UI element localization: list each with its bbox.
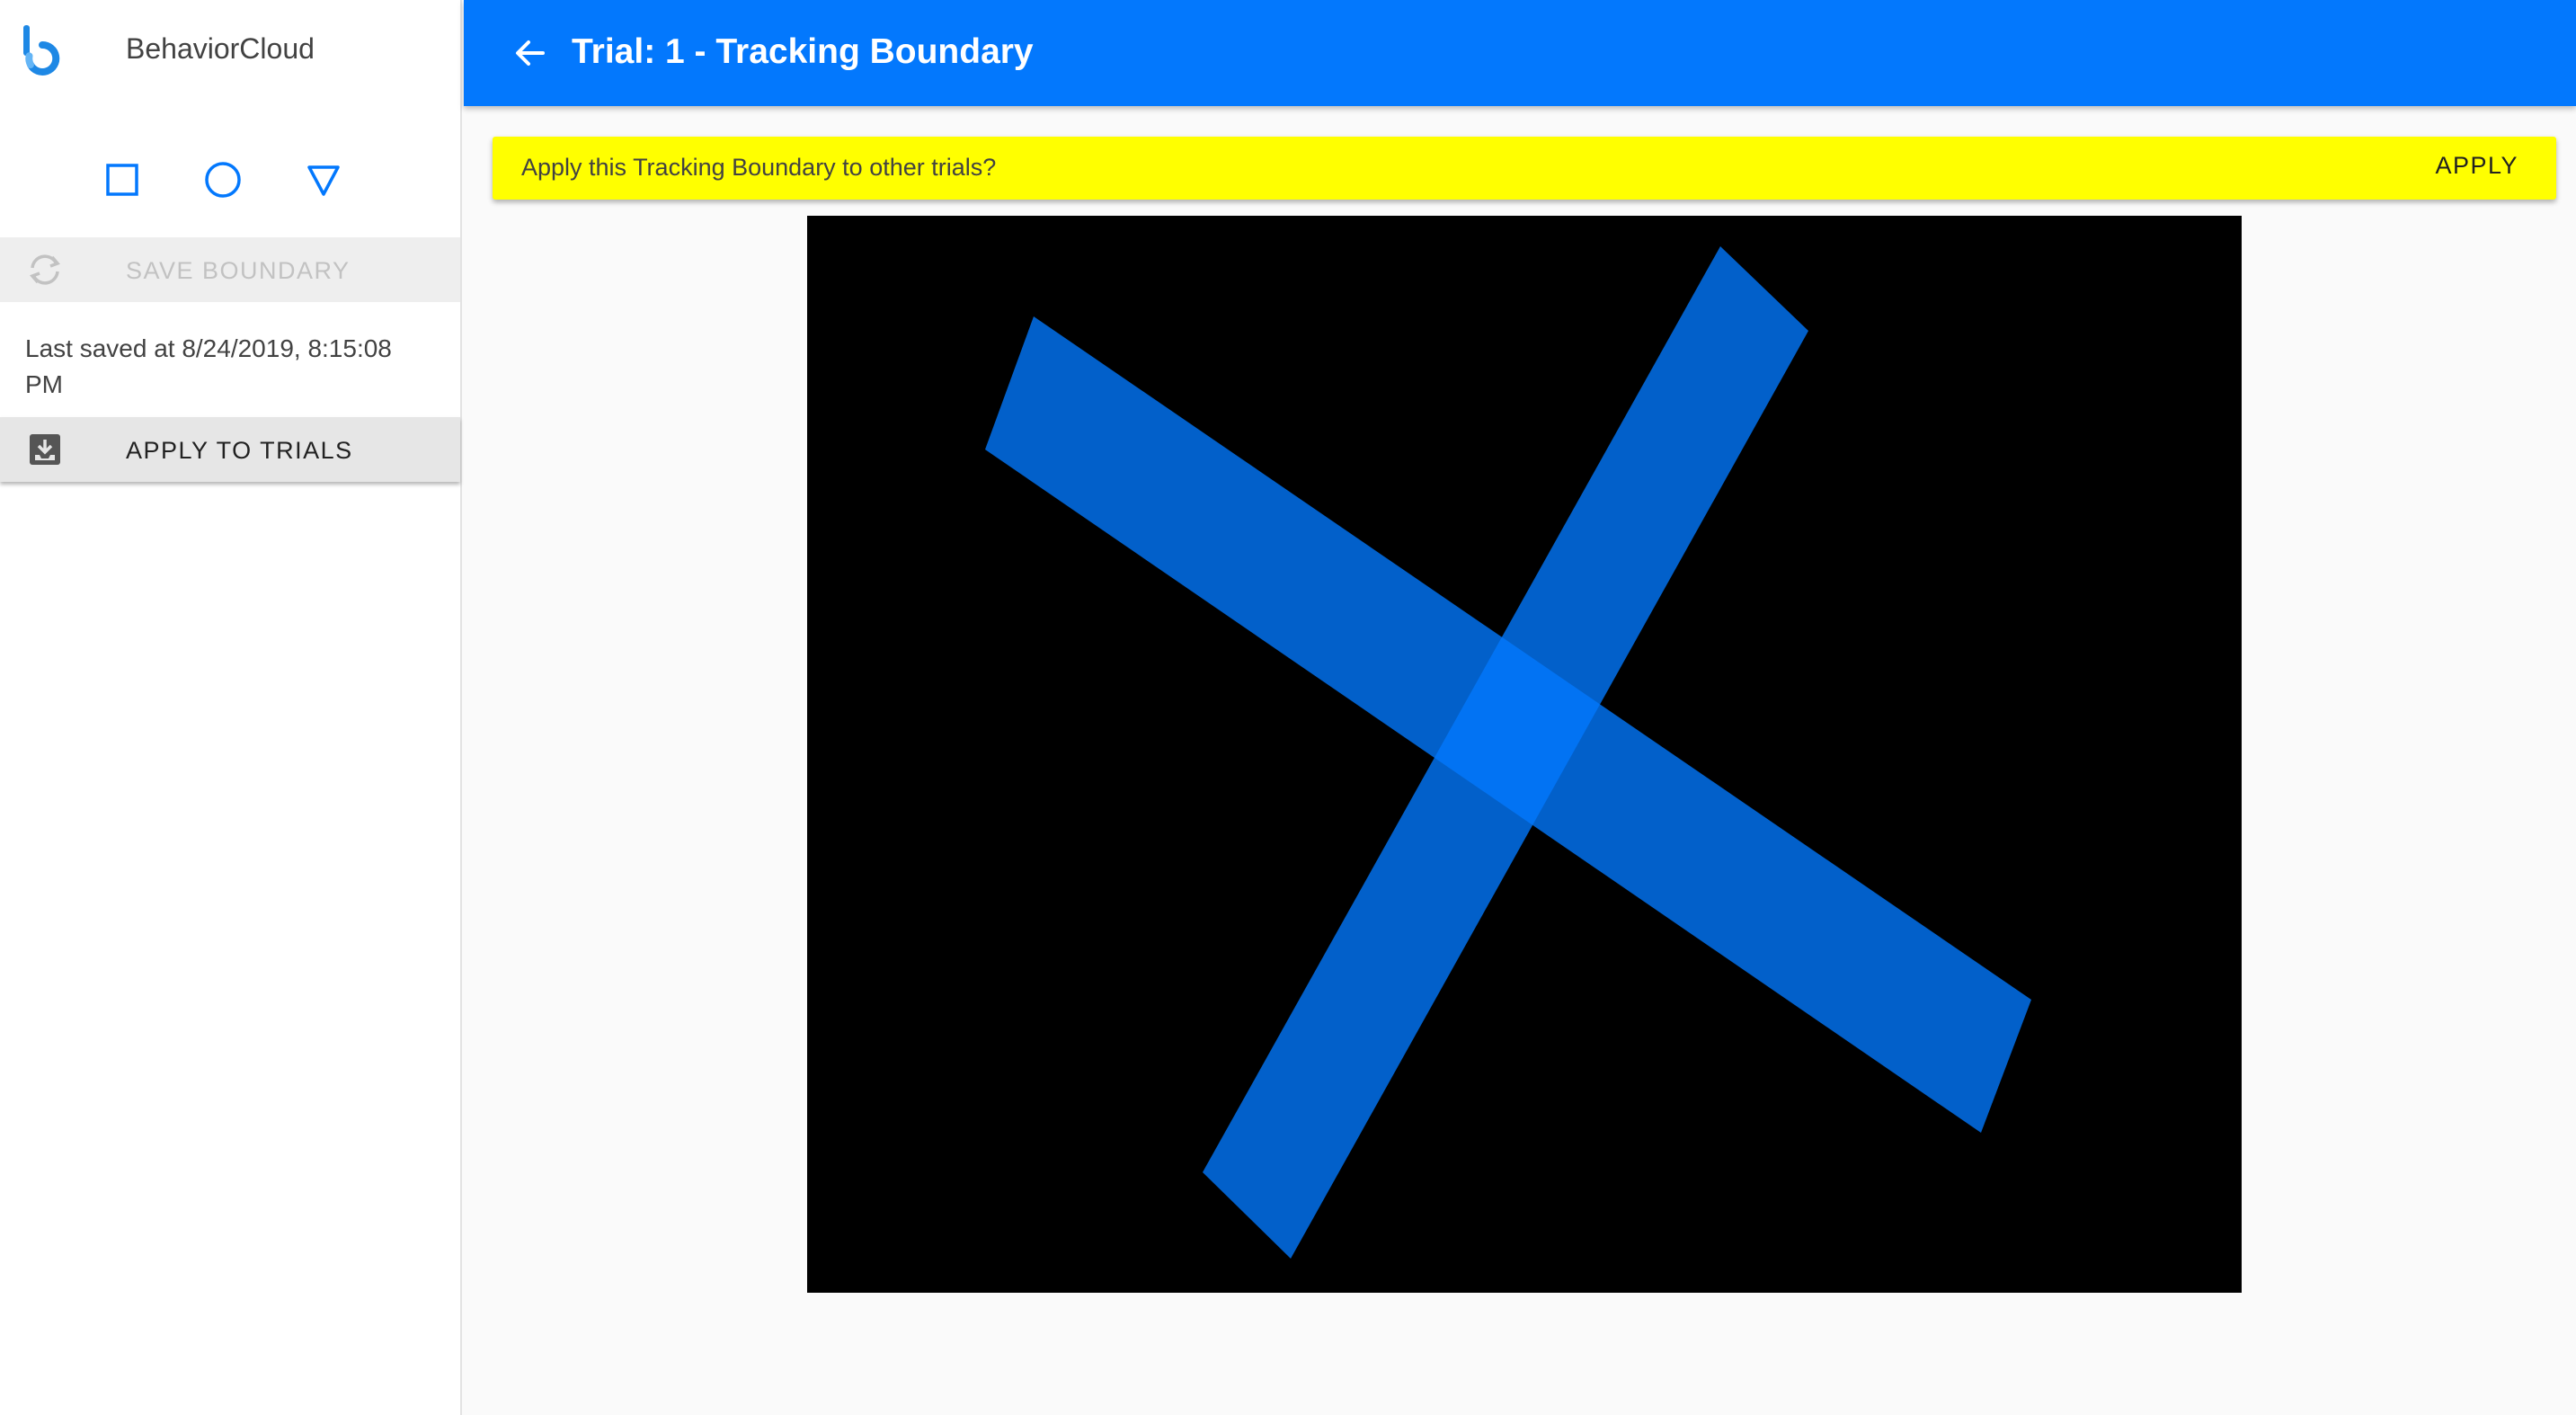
save-boundary-label: SAVE BOUNDARY: [126, 257, 351, 284]
apply-to-trials-label: APPLY TO TRIALS: [126, 437, 353, 464]
ellipse-tool-button[interactable]: [187, 144, 259, 216]
boundary-bar-diagonal-up[interactable]: [1203, 246, 1808, 1259]
brand: BehaviorCloud: [0, 0, 462, 101]
banner-apply-button[interactable]: APPLY: [2435, 152, 2518, 180]
behaviorcloud-logo-icon[interactable]: [20, 23, 65, 79]
back-button[interactable]: [503, 26, 557, 80]
save-boundary-button[interactable]: SAVE BOUNDARY: [0, 237, 460, 302]
app-name: BehaviorCloud: [126, 32, 315, 65]
page-title: Trial: 1 - Tracking Boundary: [572, 32, 1034, 71]
shape-tools: [0, 144, 462, 216]
apply-banner: Apply this Tracking Boundary to other tr…: [493, 137, 2556, 200]
boundary-drawing: [985, 246, 2031, 1259]
inbox-download-icon: [25, 432, 65, 467]
last-saved-text: Last saved at 8/24/2019, 8:15:08 PM: [25, 334, 392, 398]
polygon-tool-button[interactable]: [288, 144, 360, 216]
banner-message: Apply this Tracking Boundary to other tr…: [521, 154, 997, 181]
rectangle-tool-button[interactable]: [86, 144, 158, 216]
apply-to-trials-button[interactable]: APPLY TO TRIALS: [0, 417, 460, 482]
sync-icon: [25, 252, 65, 288]
sidebar: BehaviorCloud SAVE BOUNDARY Last saved a…: [0, 0, 462, 1415]
circle-icon: [205, 162, 241, 198]
tracking-arena-canvas[interactable]: [807, 216, 2242, 1293]
triangle-icon: [307, 165, 340, 196]
app-bar: Trial: 1 - Tracking Boundary: [464, 0, 2576, 106]
square-icon: [106, 164, 138, 196]
arrow-left-icon: [516, 40, 545, 66]
